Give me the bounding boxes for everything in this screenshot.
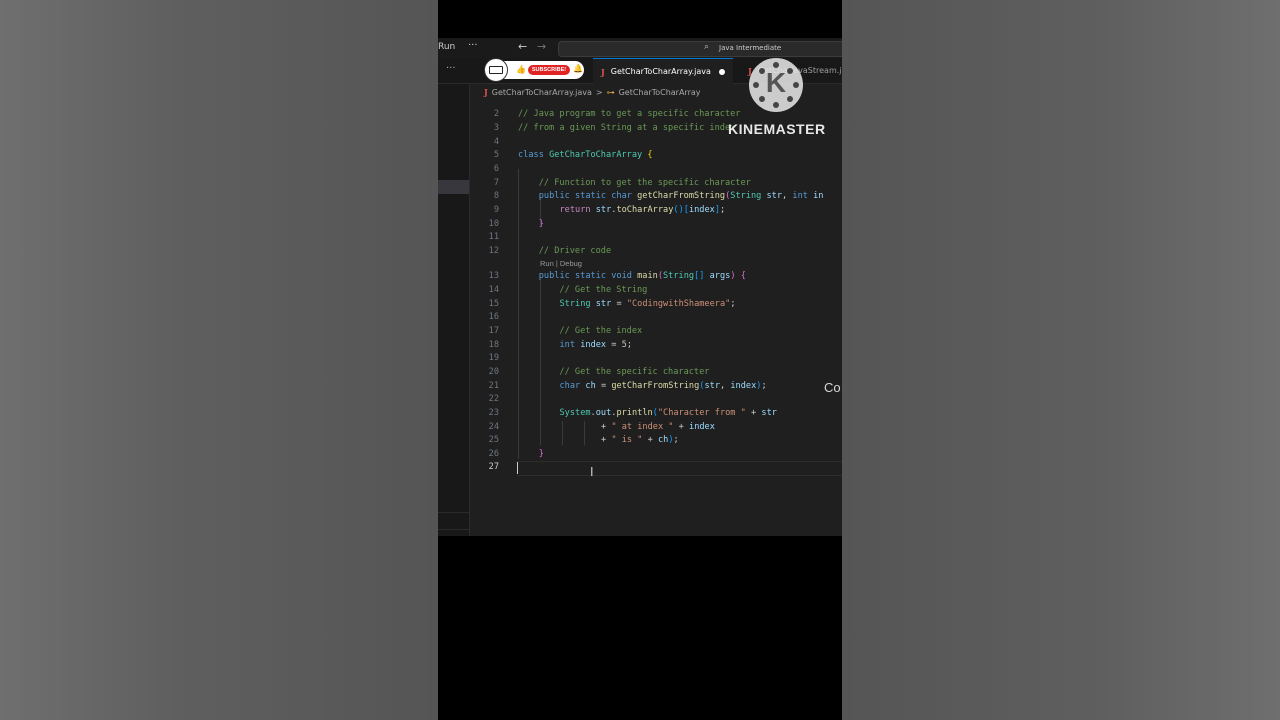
sidebar-selected-item[interactable] <box>438 180 469 194</box>
code-line: class GetCharToCharArray { <box>518 150 653 160</box>
subscribe-button[interactable]: SUBSCRIBE! <box>528 65 570 75</box>
line-number: 22 <box>488 394 499 404</box>
video-frame: Run ··· ← → ⌕ Java Intermediate ··· J Ge… <box>438 0 842 720</box>
text-caret <box>517 462 518 474</box>
current-line-highlight <box>517 461 842 476</box>
line-number: 16 <box>488 312 499 322</box>
line-number: 21 <box>488 381 499 391</box>
code-line: return str.toCharArray()[index]; <box>559 205 726 215</box>
code-line: System.out.println("Character from " + s… <box>559 408 777 418</box>
kinemaster-watermark: KINEMASTER <box>728 121 826 137</box>
code-line: } <box>538 219 544 229</box>
line-number: 20 <box>488 367 499 377</box>
tab-getchartochararray[interactable]: J GetCharToCharArray.java <box>593 58 733 84</box>
line-number: 7 <box>493 178 499 188</box>
class-symbol-icon: ⊶ <box>606 87 615 97</box>
blurred-background-right <box>842 0 1280 720</box>
java-file-icon: J <box>484 87 488 97</box>
line-number: 27 <box>488 462 499 472</box>
views-more-icon[interactable]: ··· <box>446 63 456 74</box>
back-arrow-icon[interactable]: ← <box>518 40 527 53</box>
code-editor[interactable]: 2 3 4 5 6 7 8 9 10 11 12 13 14 15 16 17 … <box>469 100 842 520</box>
code-line: + " is " + ch); <box>601 435 679 445</box>
code-line: + " at index " + index <box>601 422 715 432</box>
line-number: 18 <box>488 340 499 350</box>
java-file-icon: J <box>601 66 605 77</box>
subscribe-overlay[interactable]: 👍 SUBSCRIBE! 🔔 <box>484 58 584 82</box>
breadcrumb: J GetCharToCharArray.java > ⊶ GetCharToC… <box>484 85 701 99</box>
sidebar-strip <box>438 84 470 536</box>
partial-caption-text: Co <box>824 380 841 395</box>
codelens-run-debug[interactable]: Run | Debug <box>540 259 582 268</box>
vscode-window: Run ··· ← → ⌕ Java Intermediate ··· J Ge… <box>438 38 842 536</box>
blurred-background-left <box>0 0 438 720</box>
run-menu[interactable]: Run <box>438 42 455 52</box>
line-number: 4 <box>493 137 499 147</box>
line-number: 12 <box>488 246 499 256</box>
line-number: 9 <box>493 205 499 215</box>
line-number: 11 <box>488 232 499 242</box>
code-line: char ch = getCharFromString(str, index); <box>559 381 767 391</box>
code-line: String str = "CodingwithShameera"; <box>559 299 736 309</box>
code-line: // Get the specific character <box>518 367 710 377</box>
line-number: 10 <box>488 219 499 229</box>
title-bar: Run ··· ← → ⌕ Java Intermediate <box>438 38 842 58</box>
mouse-ibeam-cursor-icon: I <box>590 465 594 479</box>
tab-label: GetCharToCharArray.java <box>610 67 711 76</box>
sidebar-divider <box>438 512 469 513</box>
line-number: 23 <box>488 408 499 418</box>
line-number: 24 <box>488 422 499 432</box>
line-number: 3 <box>493 123 499 133</box>
line-number: 6 <box>493 164 499 174</box>
search-icon: ⌕ <box>704 42 710 52</box>
line-number: 13 <box>488 271 499 281</box>
line-number: 8 <box>493 191 499 201</box>
workspace-name: Java Intermediate <box>719 44 782 52</box>
thumbs-up-icon[interactable]: 👍 <box>516 65 526 74</box>
sidebar-divider <box>438 529 469 530</box>
code-line: public static char getCharFromString(Str… <box>538 191 824 201</box>
line-number: 5 <box>493 150 499 160</box>
line-number: 14 <box>488 285 499 295</box>
breadcrumb-separator: > <box>595 87 603 97</box>
line-number: 25 <box>488 435 499 445</box>
code-line: public static void main(String[] args) { <box>538 271 746 281</box>
line-number: 17 <box>488 326 499 336</box>
code-line: } <box>538 449 544 459</box>
command-center-search[interactable]: ⌕ Java Intermediate <box>558 41 842 57</box>
line-number: 26 <box>488 449 499 459</box>
code-line: // from a given String at a specific ind… <box>518 123 736 133</box>
code-line: // Get the String <box>518 285 648 295</box>
code-line: // Java program to get a specific charac… <box>518 109 741 119</box>
code-line: // Function to get the specific characte… <box>518 178 751 188</box>
line-number: 15 <box>488 299 499 309</box>
code-line: int index = 5; <box>559 340 633 350</box>
breadcrumb-file[interactable]: GetCharToCharArray.java <box>492 88 592 97</box>
kinemaster-logo-icon: K <box>749 58 803 112</box>
code-line: // Get the index <box>518 326 643 336</box>
line-number: 19 <box>488 353 499 363</box>
channel-logo-icon <box>484 58 508 82</box>
more-menu-icon[interactable]: ··· <box>468 40 478 51</box>
bell-icon[interactable]: 🔔 <box>573 64 583 73</box>
code-line: // Driver code <box>518 246 612 256</box>
breadcrumb-symbol[interactable]: GetCharToCharArray <box>619 88 701 97</box>
forward-arrow-icon[interactable]: → <box>537 40 546 53</box>
unsaved-dot-icon[interactable] <box>718 68 725 75</box>
line-number: 2 <box>493 109 499 119</box>
